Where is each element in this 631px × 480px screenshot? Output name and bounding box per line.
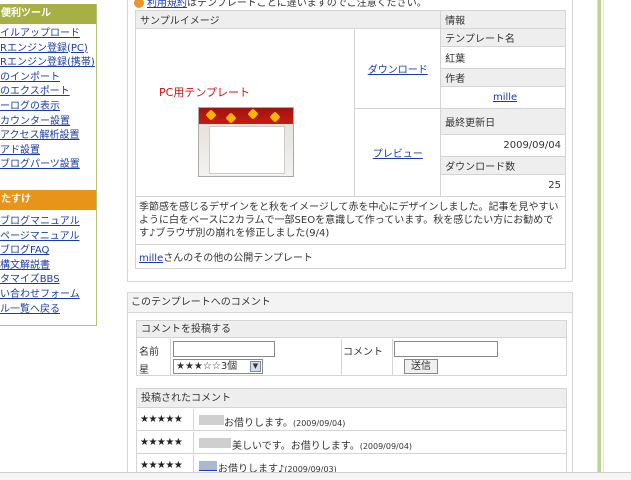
sidebar-link-import[interactable]: のインポート xyxy=(0,71,96,86)
star-select-value: ★★★☆☆3個 xyxy=(176,361,238,372)
comment-text: お借りします。(2009/09/04) xyxy=(224,414,345,429)
field-value-name: 紅葉 xyxy=(440,46,566,69)
sidebar-link-search-engine-mobile[interactable]: Rエンジン登録(携帯) xyxy=(0,56,96,71)
posted-comments-title: 投稿されたコメント xyxy=(137,389,566,408)
star-rating-select[interactable]: ★★★☆☆3個 ▼ xyxy=(173,359,263,374)
sidebar-link-ads[interactable]: アド設置 xyxy=(0,144,96,159)
author-link[interactable]: mille xyxy=(493,92,517,103)
sidebar-link-search-engine-pc[interactable]: Rエンジン登録(PC) xyxy=(0,42,96,57)
other-templates-row: milleさんのその他の公開テンプレート xyxy=(135,244,566,269)
comment-input[interactable] xyxy=(394,341,498,357)
template-info-table: サンプルイメージ 情報 PC用テンプレート ダウンロード テンプレート名 紅葉 … xyxy=(134,10,566,269)
comment-date: (2009/09/04) xyxy=(359,442,413,451)
sidebar-link-blog-manual[interactable]: ブログマニュアル xyxy=(0,215,96,230)
name-input[interactable] xyxy=(173,341,275,357)
sidebar-link-export[interactable]: のエクスポート xyxy=(0,85,96,100)
help-list: ブログマニュアル ページマニュアル ブログFAQ 構文解説書 タマイズBBS い… xyxy=(0,215,96,317)
comment-label: コメント xyxy=(343,347,383,358)
sidebar-link-blog-faq[interactable]: ブログFAQ xyxy=(0,244,96,259)
left-sidebar: 便利ツール イルアップロード Rエンジン登録(PC) Rエンジン登録(携帯) の… xyxy=(0,0,97,480)
field-value-updated: 2009/09/04 xyxy=(440,134,566,157)
sidebar-link-page-manual[interactable]: ページマニュアル xyxy=(0,230,96,245)
comment-stars: ★★★★★ xyxy=(140,414,183,425)
comment-author xyxy=(199,415,224,425)
post-comment-title: コメントを投稿する xyxy=(137,321,566,338)
comment-stars: ★★★★★ xyxy=(140,437,183,448)
divider xyxy=(170,339,171,375)
download-link[interactable]: ダウンロード xyxy=(368,65,428,76)
comment-stars: ★★★★★ xyxy=(140,460,183,471)
preview-link[interactable]: プレビュー xyxy=(373,149,423,160)
chevron-down-icon[interactable]: ▼ xyxy=(250,361,261,372)
field-value-downloads: 25 xyxy=(440,174,566,197)
field-label-updated: 最終更新日 xyxy=(440,108,566,135)
field-value-author-cell: mille xyxy=(440,86,566,109)
name-row: 名前 コメント xyxy=(137,340,566,358)
post-comment-form: コメントを投稿する 名前 コメント 星 ★★★☆☆3個 ▼ 送信 xyxy=(136,320,567,376)
horizontal-scrollbar[interactable] xyxy=(0,472,631,480)
field-label-author: 作者 xyxy=(440,68,566,87)
sidebar-link-syntax-guide[interactable]: 構文解説書 xyxy=(0,259,96,274)
send-button[interactable]: 送信 xyxy=(404,359,438,374)
comment-date: (2009/09/04) xyxy=(293,419,346,428)
sidebar-link-counter[interactable]: カウンター設置 xyxy=(0,115,96,130)
help-heading: たすけ xyxy=(0,190,96,210)
info-header: 情報 xyxy=(440,10,566,29)
name-label: 名前 xyxy=(139,347,159,358)
preview-cell: プレビュー xyxy=(354,108,442,197)
page-border-right-inner xyxy=(603,0,604,480)
sidebar-link-back-to-list[interactable]: ル一覧へ戻る xyxy=(0,303,96,318)
comment-row: ★★★★★ お借りします。(2009/09/04) xyxy=(137,409,566,431)
sidebar-link-blog-parts[interactable]: ブログパーツ設置 xyxy=(0,158,96,173)
comment-row: ★★★★★ 美しいです。お借りします。(2009/09/04) xyxy=(137,432,566,454)
field-label-downloads: ダウンロード数 xyxy=(440,156,566,175)
page-border-right xyxy=(597,0,601,480)
template-description: 季節感を感じるデザインをと秋をイメージして赤を中心にデザインしました。記事を見や… xyxy=(135,196,566,245)
tools-heading: 便利ツール xyxy=(0,4,96,24)
comment-panel: このテンプレートへのコメント コメントを投稿する 名前 コメント 星 ★★★☆☆… xyxy=(127,292,573,480)
sidebar-link-customize-bbs[interactable]: タマイズBBS xyxy=(0,273,96,288)
comment-body: 美しいです。お借りします。 xyxy=(232,441,360,452)
sidebar-link-error-log[interactable]: ーログの表示 xyxy=(0,100,96,115)
sample-image-header: サンプルイメージ xyxy=(134,10,442,29)
posted-comments: 投稿されたコメント ★★★★★ お借りします。(2009/09/04) ★★★★… xyxy=(136,388,567,480)
sidebar-link-analytics[interactable]: アクセス解析設置 xyxy=(0,129,96,144)
comment-body: お借りします。 xyxy=(224,418,293,429)
other-author-link[interactable]: mille xyxy=(139,253,163,264)
field-label-name: テンプレート名 xyxy=(440,28,566,47)
divider xyxy=(341,339,342,375)
divider xyxy=(392,339,393,375)
star-label: 星 xyxy=(139,365,149,376)
comment-author-link[interactable] xyxy=(199,461,217,471)
pc-template-label: PC用テンプレート xyxy=(159,86,250,99)
sidebar-link-file-upload[interactable]: イルアップロード xyxy=(0,27,96,42)
sample-image-cell: PC用テンプレート xyxy=(134,28,356,197)
download-cell: ダウンロード xyxy=(354,28,442,109)
template-thumbnail[interactable] xyxy=(198,107,294,177)
comment-text: 美しいです。お借りします。(2009/09/04) xyxy=(232,437,412,452)
star-row: 星 ★★★☆☆3個 ▼ 送信 xyxy=(137,358,566,376)
tools-list: イルアップロード Rエンジン登録(PC) Rエンジン登録(携帯) のインポート … xyxy=(0,27,96,173)
comment-author xyxy=(199,438,231,448)
comment-panel-title: このテンプレートへのコメント xyxy=(128,293,572,313)
other-templates-text: さんのその他の公開テンプレート xyxy=(163,253,313,264)
sidebar-link-contact-form[interactable]: い合わせフォーム xyxy=(0,288,96,303)
